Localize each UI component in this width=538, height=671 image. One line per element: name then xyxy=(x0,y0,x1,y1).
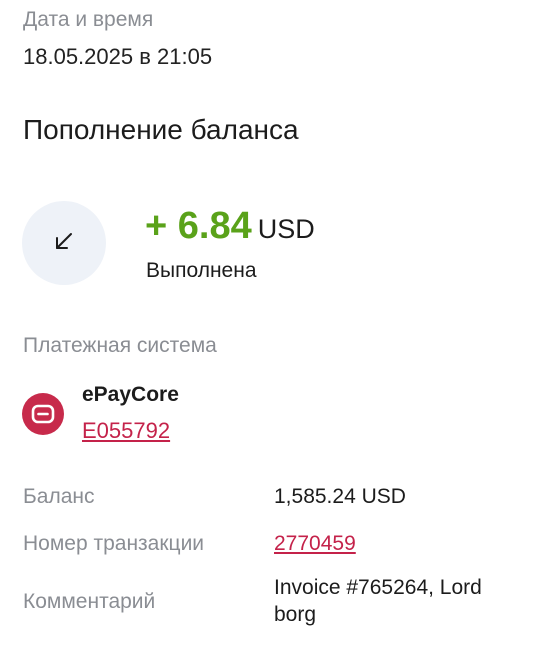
balance-value: 1,585.24 USD xyxy=(274,485,406,508)
operation-title: Пополнение баланса xyxy=(23,114,299,145)
datetime-value: 18.05.2025 в 21:05 xyxy=(23,44,213,69)
arrow-down-left-icon xyxy=(52,229,76,258)
comment-label: Комментарий xyxy=(23,590,156,613)
amount-currency: USD xyxy=(257,214,315,244)
amount-line: + 6.84 USD xyxy=(145,205,315,248)
operation-status: Выполнена xyxy=(146,259,257,282)
transaction-number-link[interactable]: 2770459 xyxy=(274,532,356,556)
balance-label: Баланс xyxy=(23,485,95,508)
payment-account-link[interactable]: E055792 xyxy=(82,418,170,444)
payment-system-name: ePayCore xyxy=(82,383,179,406)
epaycore-logo-icon xyxy=(22,393,64,435)
payment-system-label: Платежная система xyxy=(23,334,217,357)
comment-value: Invoice #765264, Lord borg xyxy=(274,576,482,626)
amount-value: + 6.84 xyxy=(145,205,252,247)
transaction-number-label: Номер транзакции xyxy=(23,532,205,555)
transaction-details: Дата и время 18.05.2025 в 21:05 Пополнен… xyxy=(0,0,538,671)
datetime-label: Дата и время xyxy=(23,8,154,31)
operation-icon-circle xyxy=(22,201,106,285)
